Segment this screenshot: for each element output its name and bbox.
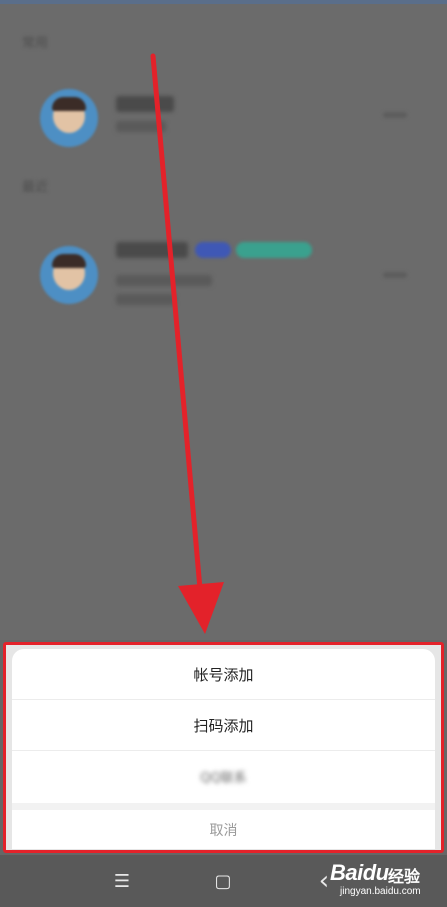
divider [12,803,435,810]
option-label: 帐号添加 [193,665,254,684]
option-label: QQ联系 [200,771,247,786]
menu-icon[interactable]: ☰ [108,867,136,895]
add-by-scan-button[interactable]: 扫码添加 [12,700,435,751]
action-sheet-highlight: 帐号添加 扫码添加 QQ联系 取消 [3,642,444,853]
add-by-account-button[interactable]: 帐号添加 [12,649,435,700]
watermark-cn: 经验 [388,867,421,886]
option-label: 扫码添加 [193,716,254,735]
watermark-brand: Baidu [330,860,389,885]
action-sheet: 帐号添加 扫码添加 QQ联系 取消 [12,649,435,849]
watermark-url: jingyan.baidu.com [340,886,421,897]
cancel-label: 取消 [209,822,238,839]
screen: 常用 最近 帐号添加 扫码添加 QQ联系 取消 ☰ ▢ ‹ Baidu 经验 j… [0,0,447,907]
home-icon[interactable]: ▢ [209,867,237,895]
baidu-watermark: Baidu 经验 jingyan.baidu.com [330,858,440,904]
add-by-qq-button[interactable]: QQ联系 [12,751,435,802]
cancel-button[interactable]: 取消 [12,810,435,849]
